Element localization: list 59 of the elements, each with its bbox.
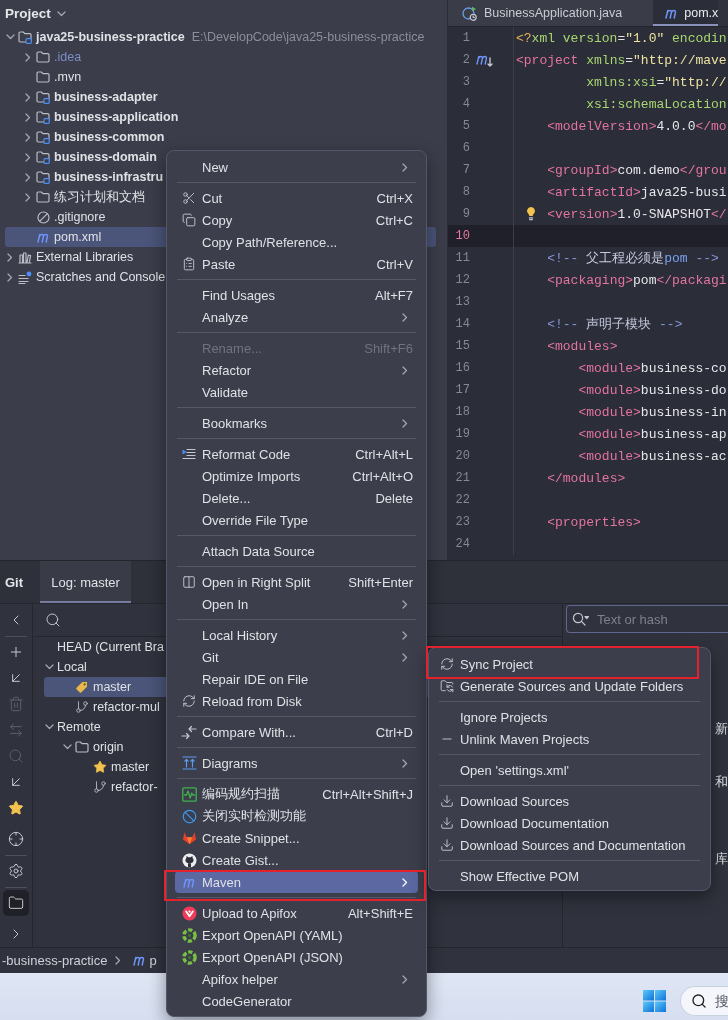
code-line: <module>business-in xyxy=(578,404,727,420)
code-line: <module>business-co xyxy=(578,360,727,376)
line-number: 1 xyxy=(461,31,470,45)
code-line: <module>business-ac xyxy=(578,448,727,464)
project-path: E:\DevelopCode\java25-business-practice xyxy=(191,30,425,44)
line-number: 13 xyxy=(454,295,470,309)
line-number: 4 xyxy=(461,97,470,111)
code-line: <artifactId>java25-busi xyxy=(547,184,727,200)
keyboard-shortcut: Ctrl+V xyxy=(376,256,413,272)
line-number: 7 xyxy=(461,163,470,177)
code-line: xmlns:xsi="http:// xyxy=(586,74,727,90)
line-number: 17 xyxy=(454,383,470,397)
line-number: 23 xyxy=(454,515,470,529)
code-line: <module>business-do xyxy=(578,382,727,398)
line-number: 8 xyxy=(461,185,470,199)
keyboard-shortcut: Ctrl+X xyxy=(376,190,413,206)
line-number: 15 xyxy=(454,339,470,353)
keyboard-shortcut: Ctrl+Alt+O xyxy=(352,468,413,484)
code-line: </modules> xyxy=(547,470,626,486)
code-line: <module>business-ap xyxy=(578,426,727,442)
panel-title: Git xyxy=(5,574,24,590)
line-number: 10 xyxy=(454,229,470,243)
line-number: 6 xyxy=(461,141,470,155)
commit-message: 新 xyxy=(715,721,728,738)
code-line: <modules> xyxy=(547,338,618,354)
code-line: xsi:schemaLocation xyxy=(586,96,727,112)
code-line: <packaging>pom</packagi xyxy=(547,272,727,288)
line-number: 21 xyxy=(454,471,470,485)
keyboard-shortcut: Shift+Enter xyxy=(348,574,413,590)
keyboard-shortcut: Ctrl+C xyxy=(375,212,413,228)
line-number: 11 xyxy=(454,251,470,265)
keyboard-shortcut: Alt+F7 xyxy=(375,287,413,303)
line-number: 2 xyxy=(461,53,470,67)
code-line: <modelVersion>4.0.0</mo xyxy=(547,118,727,134)
code-line: <?xml version="1.0" encodin xyxy=(516,30,727,46)
line-number: 19 xyxy=(454,427,470,441)
line-number: 14 xyxy=(454,317,470,331)
code-line: <!-- 父工程必须是pom --> xyxy=(547,250,719,267)
line-number: 24 xyxy=(454,537,470,551)
line-number: 9 xyxy=(461,207,470,221)
keyboard-shortcut: Ctrl+Alt+Shift+J xyxy=(322,786,413,802)
line-number: 3 xyxy=(461,75,470,89)
code-line: <properties> xyxy=(547,514,641,530)
commit-message: 库 xyxy=(715,851,728,868)
code-line: <groupId>com.demo</grou xyxy=(547,162,727,178)
line-number: 12 xyxy=(454,273,470,287)
code-line: <version>1.0-SNAPSHOT</ xyxy=(547,206,727,222)
line-number: 16 xyxy=(454,361,470,375)
keyboard-shortcut: Ctrl+Alt+L xyxy=(355,446,413,462)
code-line: <project xmlns="http://mave xyxy=(516,52,727,68)
keyboard-shortcut: Delete xyxy=(375,490,413,506)
keyboard-shortcut: Alt+Shift+E xyxy=(347,905,413,921)
keyboard-shortcut: Ctrl+D xyxy=(375,724,413,740)
code-line: <!-- 声明子模块 --> xyxy=(547,316,683,333)
commit-message: 和 xyxy=(715,774,728,791)
line-number: 20 xyxy=(454,449,470,463)
line-number: 22 xyxy=(454,493,470,507)
line-number: 18 xyxy=(454,405,470,419)
line-number: 5 xyxy=(461,119,470,133)
